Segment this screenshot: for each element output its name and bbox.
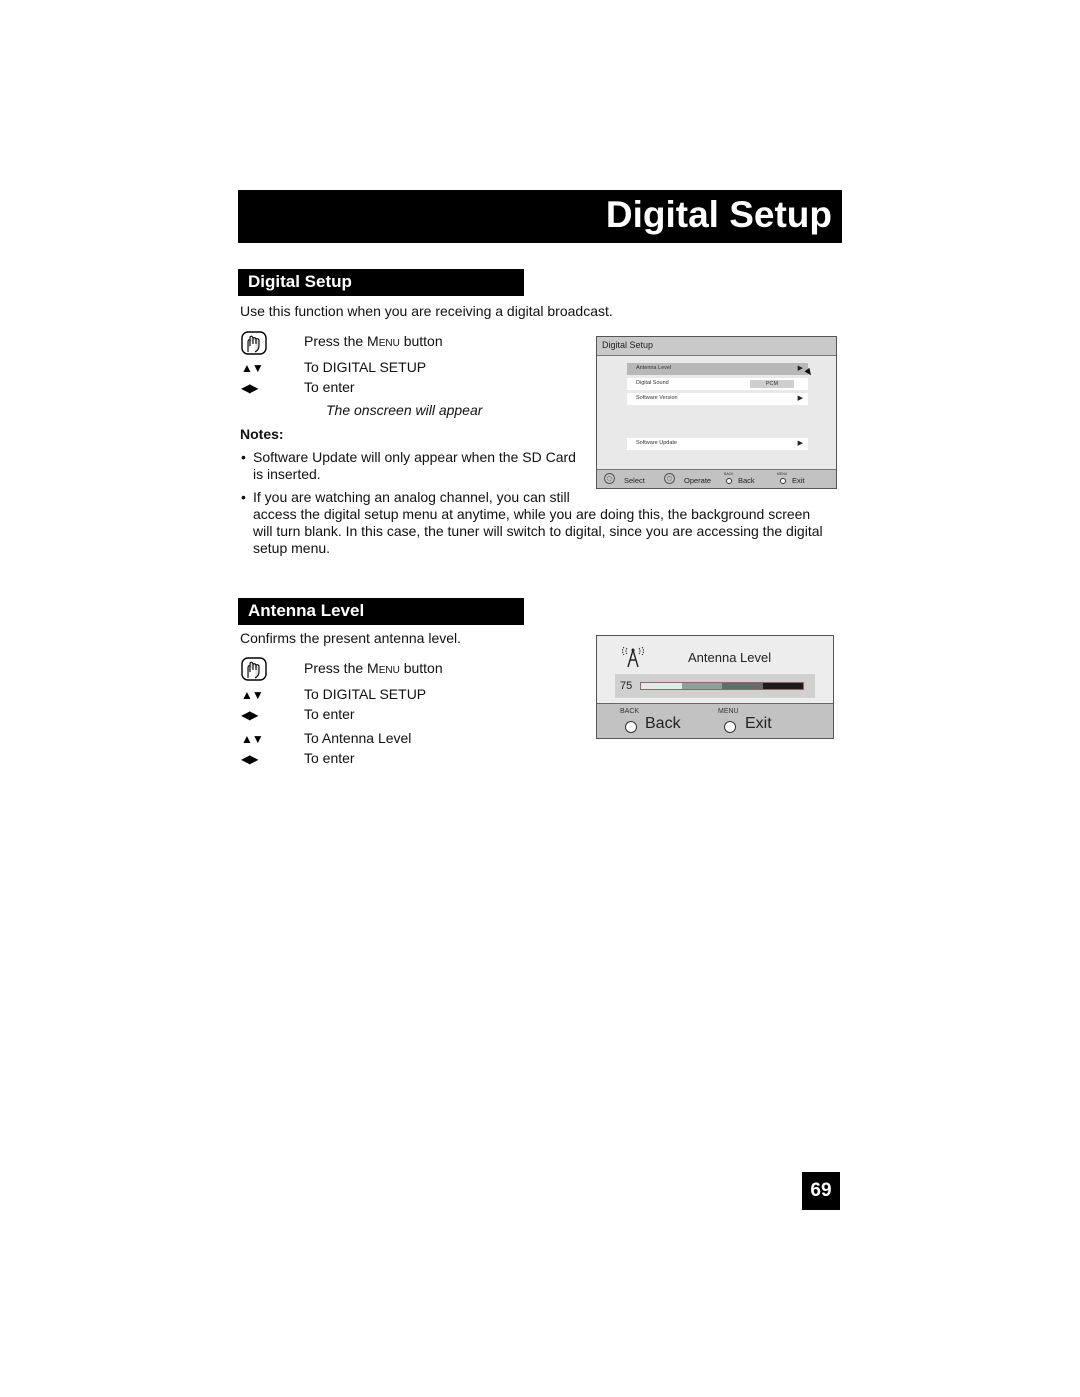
signal-level-bar — [640, 682, 804, 690]
osd-item-label: Software Update — [636, 440, 677, 446]
osd-footer: BACK Back MENU Exit — [597, 703, 833, 738]
up-down-arrows-icon: ▲▼ — [241, 361, 264, 375]
signal-bar-segment — [641, 683, 682, 689]
signal-level-value: 75 — [620, 680, 633, 692]
page-header-bar: Digital Setup — [238, 190, 842, 243]
menu-key-label: MENU — [718, 708, 739, 715]
operate-dial-icon — [664, 473, 675, 484]
signal-level-panel: 75 — [615, 674, 815, 698]
step-text: Press the — [304, 660, 368, 676]
osd-footer: Select Operate BACK Back MENU Exit — [597, 469, 836, 488]
osd-menu-item-software-version[interactable]: Software Version ▶ — [627, 393, 808, 405]
step-to-enter: To enter — [304, 750, 355, 766]
footer-exit-label: Exit — [792, 476, 805, 485]
page-number: 69 — [802, 1172, 840, 1210]
osd-title: Digital Setup — [602, 340, 654, 350]
footer-select-label: Select — [624, 476, 645, 485]
arrow-right-icon: ▶ — [797, 395, 803, 402]
menu-key-label: Menu — [367, 333, 400, 349]
left-right-arrows-icon: ◀▶ — [241, 752, 258, 766]
back-key-label: BACK — [620, 708, 640, 715]
osd-menu-item-software-update[interactable]: Software Update ▶ — [627, 438, 808, 450]
step-text: button — [399, 660, 443, 676]
step-text: button — [399, 333, 443, 349]
section-header-digital-setup: Digital Setup — [238, 269, 524, 296]
left-right-arrows-icon: ◀▶ — [241, 708, 258, 722]
osd-item-label: Digital Sound — [636, 380, 669, 386]
osd-menu-item-digital-sound[interactable]: Digital Sound PCM — [627, 378, 808, 390]
bullet: • — [241, 449, 246, 465]
select-dial-icon — [604, 473, 615, 484]
back-button-icon — [726, 478, 732, 484]
note-2-line-1: If you are watching an analog channel, y… — [253, 489, 570, 505]
antenna-level-osd: Antenna Level 75 BACK Back MENU Exit — [596, 635, 834, 739]
osd-menu-item-antenna-level[interactable]: Antenna Level ▶ — [627, 363, 808, 375]
notes-label: Notes: — [240, 426, 284, 442]
osd-item-value: PCM — [750, 380, 794, 388]
step-text: Press the — [304, 333, 368, 349]
section-header-antenna-level: Antenna Level — [238, 598, 524, 625]
note-2-line-4: setup menu. — [253, 540, 331, 556]
osd-item-label: Antenna Level — [636, 365, 672, 371]
step-to-enter: To enter — [304, 379, 355, 395]
back-key-label: BACK — [724, 472, 734, 476]
footer-back-label: Back — [738, 476, 755, 485]
footer-exit-label: Exit — [745, 715, 772, 732]
menu-key-label: MENU — [777, 472, 788, 476]
digital-setup-osd: Digital Setup Antenna Level ▶ Digital So… — [596, 336, 837, 489]
osd-title-bar: Digital Setup — [597, 337, 836, 356]
note-1-line-2: is inserted. — [253, 466, 321, 482]
note-2-line-2: access the digital setup menu at anytime… — [253, 506, 811, 522]
page-title: Digital Setup — [605, 194, 832, 235]
step-press-menu: Press the Menu button — [304, 660, 443, 676]
step-to-digital-setup: To DIGITAL SETUP — [304, 359, 427, 375]
back-button-icon — [625, 721, 637, 733]
step-to-digital-setup: To DIGITAL SETUP — [304, 686, 427, 702]
signal-bar-segment — [681, 683, 722, 689]
left-right-arrows-icon: ◀▶ — [241, 381, 258, 395]
menu-key-label: Menu — [367, 660, 400, 676]
up-down-arrows-icon: ▲▼ — [241, 732, 264, 746]
antenna-icon — [618, 645, 648, 674]
menu-button-hand-icon — [240, 656, 268, 687]
step-press-menu: Press the Menu button — [304, 333, 443, 349]
signal-bar-segment — [722, 683, 763, 689]
step-to-antenna-level: To Antenna Level — [304, 730, 412, 746]
osd-item-label: Software Version — [636, 395, 678, 401]
step-to-enter: To enter — [304, 706, 355, 722]
up-down-arrows-icon: ▲▼ — [241, 688, 264, 702]
section-title: Antenna Level — [248, 601, 365, 620]
footer-operate-label: Operate — [684, 476, 712, 485]
bullet: • — [241, 489, 246, 505]
arrow-right-icon: ▶ — [797, 440, 803, 447]
section-intro: Use this function when you are receiving… — [240, 303, 613, 319]
footer-back-label: Back — [645, 715, 681, 732]
section-title: Digital Setup — [248, 272, 352, 291]
note-1-line-1: Software Update will only appear when th… — [253, 449, 576, 465]
arrow-right-icon: ▶ — [797, 365, 803, 372]
signal-bar-segment — [762, 683, 803, 689]
exit-button-icon — [780, 478, 786, 484]
note-2-line-3: will turn blank. In this case, the tuner… — [253, 523, 823, 539]
menu-button-hand-icon — [240, 330, 268, 361]
exit-button-icon — [724, 721, 736, 733]
section-intro: Confirms the present antenna level. — [240, 630, 462, 646]
onscreen-note: The onscreen will appear — [326, 402, 483, 418]
cursor-icon — [804, 367, 814, 378]
osd-title: Antenna Level — [688, 650, 772, 665]
